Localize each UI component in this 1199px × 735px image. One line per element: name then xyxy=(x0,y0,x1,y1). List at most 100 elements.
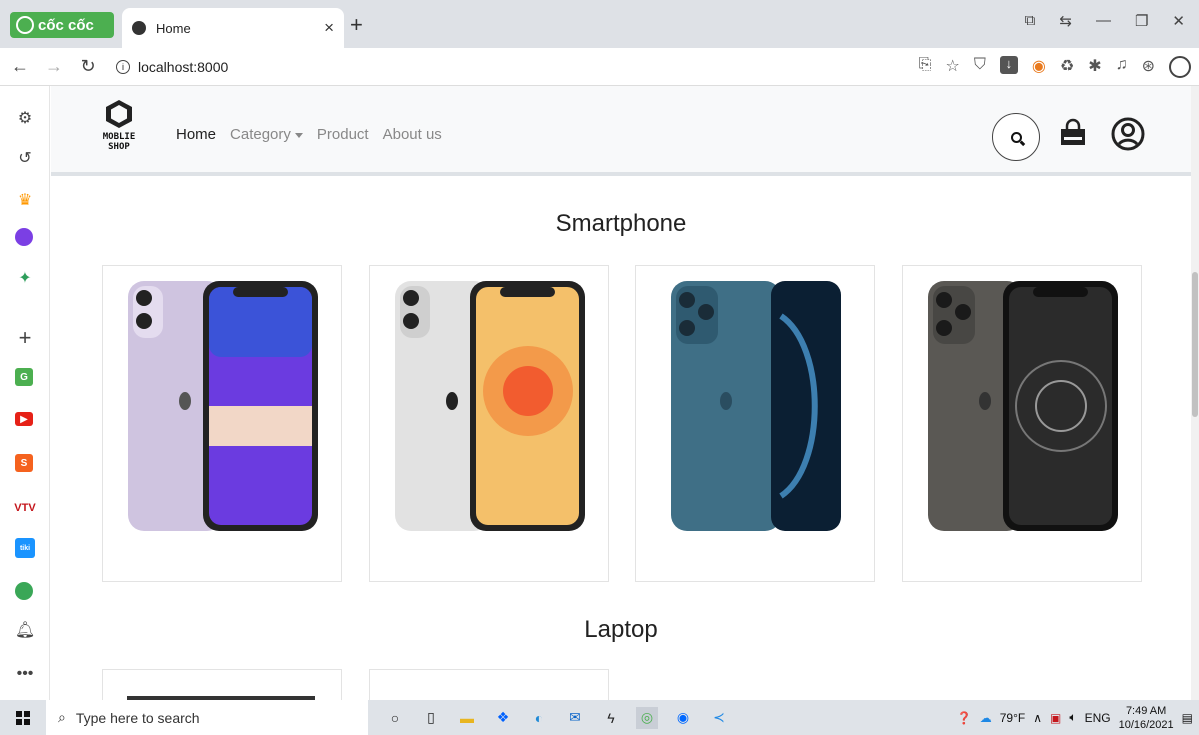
history-icon[interactable]: ↺ xyxy=(15,148,35,168)
download-icon[interactable]: ↓ xyxy=(999,56,1018,74)
back-button[interactable]: ← xyxy=(6,56,34,77)
close-tab-button[interactable]: × xyxy=(324,18,334,38)
nav-category[interactable]: Category xyxy=(230,126,303,143)
laptop-card-1[interactable] xyxy=(102,669,342,700)
forward-button[interactable]: → xyxy=(40,56,68,77)
section-title-smartphone: Smartphone xyxy=(555,210,687,237)
cortana-icon[interactable]: ○ xyxy=(384,707,406,729)
new-tab-button[interactable]: + xyxy=(350,12,363,38)
settings-gear-icon[interactable]: ⚙ xyxy=(15,108,35,128)
product-card-2[interactable] xyxy=(369,265,609,582)
game-icon[interactable]: ✦ xyxy=(15,268,35,288)
site-logo[interactable]: MOBLIE SHOP xyxy=(89,100,149,152)
taskbar-search-placeholder: Type here to search xyxy=(75,709,200,726)
laptop-card-2[interactable] xyxy=(369,669,609,700)
system-tray: ❓ ☁ 79°F ∧ ▣ 🔈︎ ENG 7:49 AM 10/16/2021 ▤ xyxy=(957,700,1193,735)
minimize-button[interactable]: — xyxy=(1096,12,1111,30)
coccoc-logo[interactable]: cốc cốc xyxy=(10,12,114,38)
nav-home[interactable]: Home xyxy=(176,126,216,143)
tab-home[interactable]: Home × xyxy=(122,8,344,48)
browser-brand: cốc cốc xyxy=(38,16,94,34)
shopee-icon[interactable]: S xyxy=(15,454,33,472)
site-header: MOBLIE SHOP Home Category Product About … xyxy=(51,86,1191,176)
dropbox-icon[interactable]: ❖ xyxy=(492,707,514,729)
add-icon[interactable]: + xyxy=(15,325,35,350)
nav-about[interactable]: About us xyxy=(383,126,442,143)
vscode-icon[interactable]: ≺ xyxy=(708,707,730,729)
g-app-icon[interactable]: G xyxy=(15,368,33,386)
info-icon[interactable]: i xyxy=(116,59,130,74)
zalo-icon[interactable]: ◉ xyxy=(672,707,694,729)
weather-temp[interactable]: 79°F xyxy=(1000,711,1025,725)
crown-icon[interactable]: ♛ xyxy=(15,190,35,210)
notifications-icon[interactable]: ▤ xyxy=(1182,711,1193,725)
recycle-icon[interactable]: ♻ xyxy=(1060,56,1074,78)
account-icon[interactable]: ⊛ xyxy=(1142,56,1155,78)
address-bar: ← → ↻ i localhost:8000 ⎘ ☆ ⛉ ↓ ◉ ♻ ✱ ♫ ⊛ xyxy=(0,48,1199,86)
maximize-button[interactable]: ❐ xyxy=(1135,12,1148,30)
product-image xyxy=(928,281,1118,531)
language-indicator[interactable]: ENG xyxy=(1085,711,1111,725)
tiki-icon[interactable]: tiki xyxy=(15,538,35,558)
coccoc-taskbar-icon[interactable]: ◎ xyxy=(636,706,658,729)
taskbar-apps: ○ ▯ ▬ ❖ ◐ ✉ ϟ ◎ ◉ ≺ xyxy=(384,706,730,729)
chevron-up-icon[interactable]: ∧ xyxy=(1033,711,1042,725)
browser-sidebar: ⚙ ↺ ♛ ✦ + G ▶ S VTV tiki 🔔︎ ••• xyxy=(0,86,50,700)
web-page: MOBLIE SHOP Home Category Product About … xyxy=(51,86,1199,700)
globe-icon xyxy=(132,21,146,35)
puzzle-icon[interactable]: ✱ xyxy=(1088,56,1101,78)
reload-button[interactable]: ↻ xyxy=(74,56,102,77)
nav-product[interactable]: Product xyxy=(317,126,369,143)
shopping-bag-icon[interactable] xyxy=(1058,118,1088,148)
youtube-icon[interactable]: ▶ xyxy=(15,412,33,426)
windows-icon xyxy=(16,710,30,725)
playlist-icon[interactable]: ♫ xyxy=(1116,56,1128,78)
football-icon[interactable] xyxy=(15,582,33,600)
logo-text: MOBLIE SHOP xyxy=(102,132,136,152)
product-card-4[interactable] xyxy=(902,265,1142,582)
coccoc-icon xyxy=(16,16,34,34)
url-text: localhost:8000 xyxy=(138,58,229,75)
edge-icon[interactable]: ◐ xyxy=(528,707,550,729)
close-window-button[interactable]: ✕ xyxy=(1172,12,1185,30)
messenger-icon[interactable] xyxy=(15,228,33,246)
extension-colorful-icon[interactable]: ◉ xyxy=(1032,56,1046,78)
mail-icon[interactable]: ✉ xyxy=(564,707,586,729)
url-field[interactable]: i localhost:8000 xyxy=(116,59,228,75)
window-controls: ⧉ ⇆ — ❐ ✕ xyxy=(1025,12,1199,30)
volume-icon[interactable]: 🔈︎ xyxy=(1069,710,1076,725)
section-title-laptop: Laptop xyxy=(584,616,658,643)
tab-title: Home xyxy=(156,20,191,36)
scrollbar-thumb[interactable] xyxy=(1192,272,1198,417)
vtv-icon[interactable]: VTV xyxy=(14,498,35,518)
taskbar-search[interactable]: ⌕ Type here to search xyxy=(46,700,368,735)
file-explorer-icon[interactable]: ▬ xyxy=(456,707,478,729)
search-button[interactable] xyxy=(992,113,1040,161)
translate-icon[interactable]: ⎘ xyxy=(919,56,932,78)
task-view-icon[interactable]: ▯ xyxy=(420,707,442,729)
search-icon: ⌕ xyxy=(58,709,66,725)
tab-switch-icon[interactable]: ⇆ xyxy=(1059,12,1072,30)
profile-icon[interactable] xyxy=(1169,56,1191,78)
main-nav: Home Category Product About us xyxy=(176,126,442,143)
shield-icon[interactable]: ⛉ xyxy=(974,56,986,78)
weather-icon: ☁ xyxy=(979,710,992,725)
windows-taskbar: ⌕ Type here to search ○ ▯ ▬ ❖ ◐ ✉ ϟ ◎ ◉ … xyxy=(0,700,1199,735)
app-lightning-icon[interactable]: ϟ xyxy=(600,707,622,729)
logo-hexagon-icon xyxy=(106,100,132,128)
user-account-icon[interactable] xyxy=(1111,117,1145,151)
help-icon[interactable]: ❓ xyxy=(957,711,972,725)
notification-bell-icon[interactable]: 🔔︎ xyxy=(15,620,35,640)
antivirus-icon[interactable]: ▣ xyxy=(1050,711,1061,725)
start-button[interactable] xyxy=(0,700,46,735)
bookmark-star-icon[interactable]: ☆ xyxy=(946,56,960,78)
more-icon[interactable]: ••• xyxy=(15,664,35,684)
screenshot-icon[interactable]: ⧉ xyxy=(1025,12,1036,30)
product-card-3[interactable] xyxy=(635,265,875,582)
browser-tab-bar: cốc cốc Home × + ⧉ ⇆ — ❐ ✕ xyxy=(0,0,1199,48)
address-bar-icons: ⎘ ☆ ⛉ ↓ ◉ ♻ ✱ ♫ ⊛ xyxy=(919,56,1191,78)
product-card-1[interactable] xyxy=(102,265,342,582)
product-image xyxy=(128,281,318,531)
clock[interactable]: 7:49 AM 10/16/2021 xyxy=(1119,704,1174,732)
product-image xyxy=(395,281,585,531)
